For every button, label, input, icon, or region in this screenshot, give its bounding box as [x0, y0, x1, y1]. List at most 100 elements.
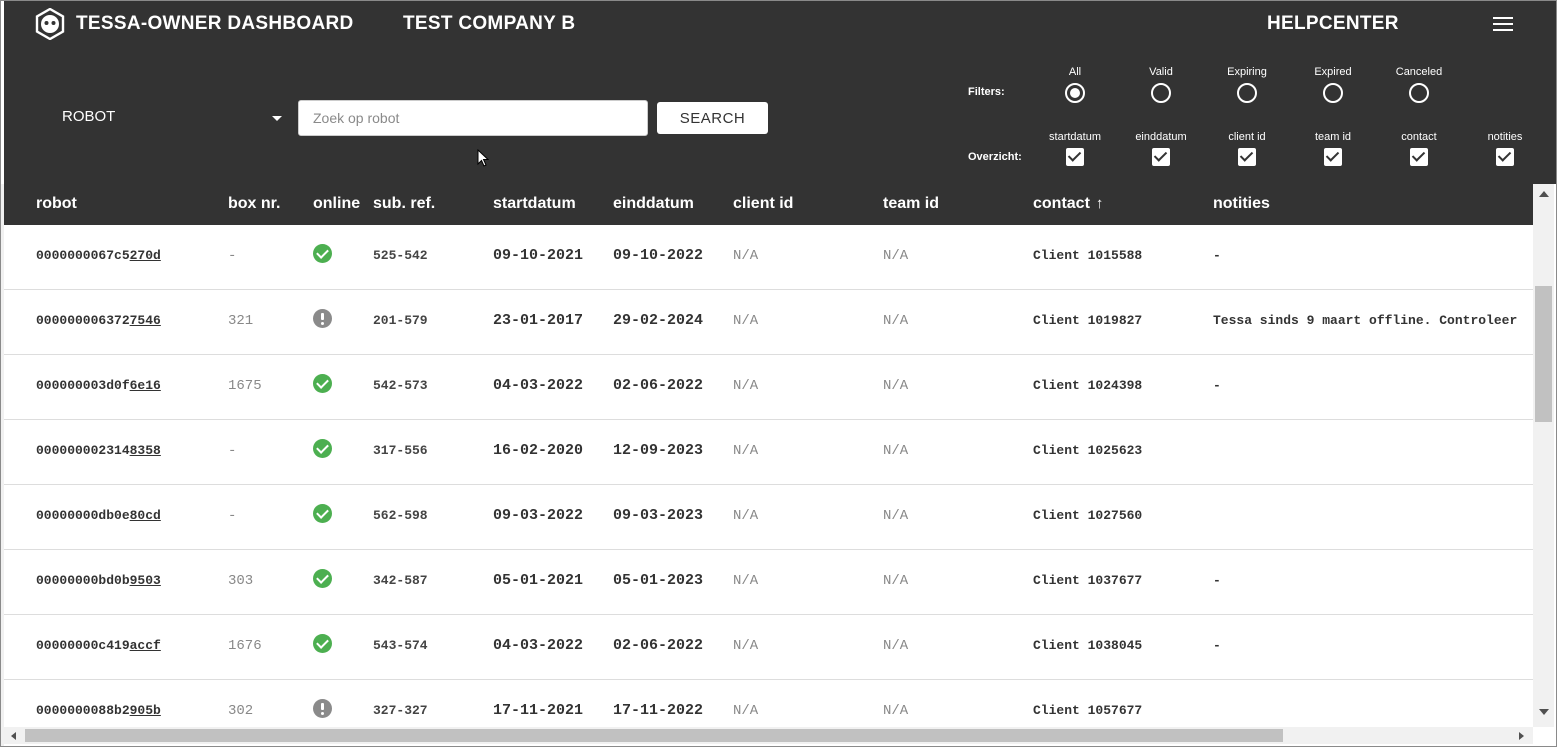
column-header-robot[interactable]: robot — [36, 195, 77, 213]
startdatum-cell: 16-02-2020 — [493, 442, 584, 459]
column-header-contact[interactable]: contact ↑ — [1033, 195, 1103, 213]
sub-ref-cell: 542-573 — [373, 378, 428, 393]
einddatum-cell: 09-03-2023 — [613, 507, 704, 524]
client-id-cell: N/A — [733, 703, 759, 719]
checkbox[interactable] — [1410, 148, 1428, 166]
table-row[interactable]: 00000000c419accf 1676 543-574 04-03-2022 02-… — [4, 615, 1533, 680]
horizontal-scroll-thumb[interactable] — [25, 729, 1283, 742]
column-toggle-client-id[interactable]: client id — [1207, 131, 1287, 166]
filter-expiring-radio[interactable] — [1237, 83, 1257, 103]
box-nr-cell: - — [228, 443, 237, 459]
column-header-box-nr[interactable]: box nr. — [228, 195, 280, 213]
column-header-online[interactable]: online — [313, 195, 360, 213]
filter-canceled[interactable]: Canceled — [1379, 66, 1459, 103]
filter-expiring[interactable]: Expiring — [1207, 66, 1287, 103]
contact-cell: Client 1025623 — [1033, 443, 1143, 458]
scroll-down-arrow-icon[interactable] — [1539, 709, 1549, 715]
search-category-select[interactable]: ROBOT — [62, 106, 284, 130]
sub-ref-cell: 317-556 — [373, 443, 428, 458]
filter-valid-radio[interactable] — [1151, 83, 1171, 103]
filter-expired[interactable]: Expired — [1293, 66, 1373, 103]
column-toggle-label: client id — [1228, 131, 1266, 143]
table-row[interactable]: 0000000063727546 321 201-579 23-01-2017 29-0… — [4, 290, 1533, 355]
online-status-cell — [313, 420, 333, 484]
robot-id-cell[interactable]: 0000000088b2905b — [36, 680, 161, 727]
scroll-right-arrow-icon[interactable] — [1519, 732, 1524, 740]
filters-label: Filters: — [968, 86, 1005, 98]
robot-id-prefix: 0000000088b2 — [36, 703, 130, 718]
team-id-cell: N/A — [883, 443, 909, 459]
robot-id-link[interactable]: 9503 — [130, 573, 161, 588]
robot-id-link[interactable]: 905b — [130, 703, 161, 718]
team-id-cell: N/A — [883, 638, 909, 654]
robot-id-link[interactable]: 7546 — [130, 313, 161, 328]
tessa-logo-icon[interactable] — [34, 8, 66, 40]
column-toggle-team-id[interactable]: team id — [1293, 131, 1373, 166]
column-toggle-notities[interactable]: notities — [1465, 131, 1545, 166]
robot-id-link[interactable]: 6e16 — [130, 378, 161, 393]
table-row[interactable]: 00000000bd0b9503 303 342-587 05-01-2021 05-0… — [4, 550, 1533, 615]
table-row[interactable]: 0000000067c5270d - 525-542 09-10-2021 09-10-… — [4, 225, 1533, 290]
robot-id-cell[interactable]: 00000000db0e80cd — [36, 485, 161, 549]
robot-id-link[interactable]: 270d — [130, 248, 161, 263]
table-row[interactable]: 00000000db0e80cd - 562-598 09-03-2022 09-03-… — [4, 485, 1533, 550]
column-header-team-id[interactable]: team id — [883, 195, 939, 213]
column-header-sub-ref[interactable]: sub. ref. — [373, 195, 435, 213]
robot-id-cell[interactable]: 000000003d0f6e16 — [36, 355, 161, 419]
search-input[interactable] — [298, 100, 648, 136]
robot-id-cell[interactable]: 00000000c419accf — [36, 615, 161, 679]
contact-cell: Client 1057677 — [1033, 703, 1143, 718]
table-row[interactable]: 0000000088b2905b 302 327-327 17-11-2021 17-1… — [4, 680, 1533, 727]
filter-all[interactable]: All — [1035, 66, 1115, 103]
vertical-scrollbar[interactable] — [1533, 184, 1554, 727]
column-header-einddatum[interactable]: einddatum — [613, 195, 694, 213]
checkbox[interactable] — [1066, 148, 1084, 166]
client-id-cell: N/A — [733, 638, 759, 654]
filter-canceled-radio[interactable] — [1409, 83, 1429, 103]
scroll-up-arrow-icon[interactable] — [1539, 191, 1549, 197]
checkbox[interactable] — [1496, 148, 1514, 166]
robot-id-link[interactable]: 80cd — [130, 508, 161, 523]
robot-id-cell[interactable]: 0000000067c5270d — [36, 225, 161, 289]
checkbox[interactable] — [1152, 148, 1170, 166]
mouse-cursor-icon — [477, 149, 489, 167]
helpcenter-link[interactable]: HELPCENTER — [1267, 13, 1399, 35]
checkbox[interactable] — [1238, 148, 1256, 166]
robot-id-link[interactable]: accf — [130, 638, 161, 653]
column-toggle-contact[interactable]: contact — [1379, 131, 1459, 166]
column-toggle-label: team id — [1314, 131, 1352, 143]
online-status-cell — [313, 355, 333, 419]
online-status-cell — [313, 485, 333, 549]
einddatum-cell: 02-06-2022 — [613, 377, 704, 394]
checkbox[interactable] — [1324, 148, 1342, 166]
table-row[interactable]: 0000000023148358 - 317-556 16-02-2020 12-09-… — [4, 420, 1533, 485]
table-row[interactable]: 000000003d0f6e16 1675 542-573 04-03-2022 02-… — [4, 355, 1533, 420]
column-toggle-startdatum[interactable]: startdatum — [1035, 131, 1115, 166]
column-header-startdatum[interactable]: startdatum — [493, 195, 576, 213]
filter-valid[interactable]: Valid — [1121, 66, 1201, 103]
filter-expired-radio[interactable] — [1323, 83, 1343, 103]
online-check-icon — [313, 504, 332, 524]
sub-ref-cell: 342-587 — [373, 573, 428, 588]
online-status-cell — [313, 225, 333, 289]
startdatum-cell: 09-10-2021 — [493, 247, 584, 264]
filter-all-radio[interactable] — [1065, 83, 1085, 103]
robot-id-cell[interactable]: 0000000023148358 — [36, 420, 161, 484]
robot-id-cell[interactable]: 0000000063727546 — [36, 290, 161, 354]
hamburger-menu-icon[interactable] — [1493, 17, 1513, 31]
contact-cell: Client 1019827 — [1033, 313, 1143, 328]
box-nr-cell: 303 — [228, 573, 254, 589]
app-title[interactable]: TESSA-OWNER DASHBOARD — [76, 13, 354, 35]
column-header-notities[interactable]: notities — [1213, 195, 1270, 213]
search-button[interactable]: SEARCH — [657, 102, 768, 134]
column-toggle-einddatum[interactable]: einddatum — [1121, 131, 1201, 166]
sub-ref-cell: 525-542 — [373, 248, 428, 263]
vertical-scroll-thumb[interactable] — [1535, 286, 1552, 422]
robot-id-link[interactable]: 8358 — [130, 443, 161, 458]
scroll-left-arrow-icon[interactable] — [11, 732, 16, 740]
robot-id-cell[interactable]: 00000000bd0b9503 — [36, 550, 161, 614]
sub-ref-cell: 543-574 — [373, 638, 428, 653]
column-header-client-id[interactable]: client id — [733, 195, 793, 213]
offline-warning-icon — [313, 309, 332, 329]
startdatum-cell: 04-03-2022 — [493, 637, 584, 654]
